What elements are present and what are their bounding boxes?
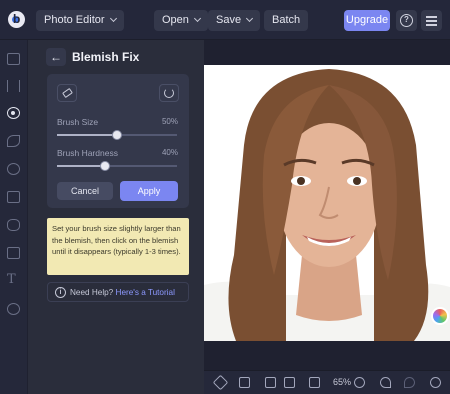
- help-button[interactable]: ?: [396, 10, 417, 31]
- layers-icon[interactable]: [212, 374, 229, 391]
- info-icon: i: [55, 287, 66, 298]
- batch-label: Batch: [272, 14, 301, 26]
- portrait-image: [204, 65, 450, 341]
- open-label: Open: [162, 14, 189, 26]
- brush-hardness-label: Brush Hardness: [57, 148, 118, 158]
- brush-hardness-handle[interactable]: [100, 161, 110, 171]
- help-icon: ?: [400, 14, 413, 27]
- tutorial-link[interactable]: Here's a Tutorial: [116, 288, 175, 297]
- brush-size-handle[interactable]: [112, 130, 122, 140]
- history-icon[interactable]: [430, 377, 441, 388]
- undo-icon[interactable]: [380, 377, 391, 388]
- help-row: i Need Help? Here's a Tutorial: [47, 282, 189, 302]
- chevron-down-icon: [246, 14, 254, 23]
- menu-button[interactable]: [421, 10, 442, 31]
- upgrade-button[interactable]: Upgrade: [344, 10, 390, 31]
- brush-size-value: 50%: [161, 117, 178, 126]
- hamburger-icon: [426, 16, 437, 18]
- help-prefix: Need Help?: [70, 288, 114, 297]
- eraser-icon: [62, 87, 73, 99]
- top-bar: b Photo Editor Open Save Batch Upgrade ?: [0, 0, 450, 40]
- brush-settings-card: Brush Size 50% Brush Hardness 40% Cancel…: [47, 74, 189, 208]
- open-button[interactable]: Open: [154, 10, 208, 31]
- save-button[interactable]: Save: [208, 10, 261, 31]
- app-logo-icon[interactable]: b: [8, 11, 25, 28]
- batch-button[interactable]: Batch: [264, 10, 309, 31]
- brush-size-label: Brush Size: [57, 117, 99, 127]
- grid-icon[interactable]: [265, 377, 276, 388]
- back-button[interactable]: ←: [46, 48, 66, 66]
- brush-hardness-fill: [57, 165, 105, 167]
- actual-size-icon[interactable]: [309, 377, 320, 388]
- chevron-down-icon: [109, 14, 117, 23]
- tip-box: Set your brush size slightly larger than…: [47, 218, 189, 275]
- photo-editor-dropdown[interactable]: Photo Editor: [36, 10, 124, 31]
- portrait-photo[interactable]: [204, 65, 450, 341]
- duplicate-icon[interactable]: [239, 377, 250, 388]
- canvas-area[interactable]: [204, 40, 450, 370]
- text-icon[interactable]: T: [7, 272, 16, 287]
- panel-title: Blemish Fix: [72, 50, 140, 64]
- help-text: Need Help? Here's a Tutorial: [70, 288, 175, 297]
- cancel-button[interactable]: Cancel: [57, 182, 113, 200]
- sliders-icon[interactable]: [7, 80, 20, 92]
- fit-screen-icon[interactable]: [284, 377, 295, 388]
- brush-hardness-value: 40%: [161, 148, 178, 157]
- eraser-button[interactable]: [57, 84, 77, 102]
- shapes-icon[interactable]: [7, 219, 20, 231]
- image-icon[interactable]: [7, 53, 20, 65]
- zoom-reset-icon[interactable]: [354, 377, 365, 388]
- photo-editor-label: Photo Editor: [44, 14, 105, 26]
- chevron-down-icon: [193, 14, 201, 23]
- brush-hardness-slider[interactable]: [57, 161, 177, 171]
- brush-size-fill: [57, 134, 117, 136]
- redo-icon[interactable]: [404, 377, 415, 388]
- frame-icon[interactable]: [7, 191, 20, 203]
- refresh-icon: [164, 88, 174, 98]
- sparkle-icon[interactable]: [7, 135, 20, 147]
- brush-size-slider[interactable]: [57, 130, 177, 140]
- texture-icon[interactable]: [7, 247, 20, 259]
- reset-button[interactable]: [159, 84, 179, 102]
- eye-icon[interactable]: [7, 107, 20, 119]
- apply-button[interactable]: Apply: [120, 181, 178, 201]
- palette-icon[interactable]: [7, 163, 20, 175]
- color-wheel-icon[interactable]: [431, 307, 449, 325]
- zoom-level: 65%: [333, 377, 352, 387]
- layers-icon[interactable]: [7, 303, 20, 315]
- bottom-toolbar: 65%: [204, 370, 450, 394]
- tool-rail: T: [0, 40, 28, 394]
- save-label: Save: [216, 14, 242, 26]
